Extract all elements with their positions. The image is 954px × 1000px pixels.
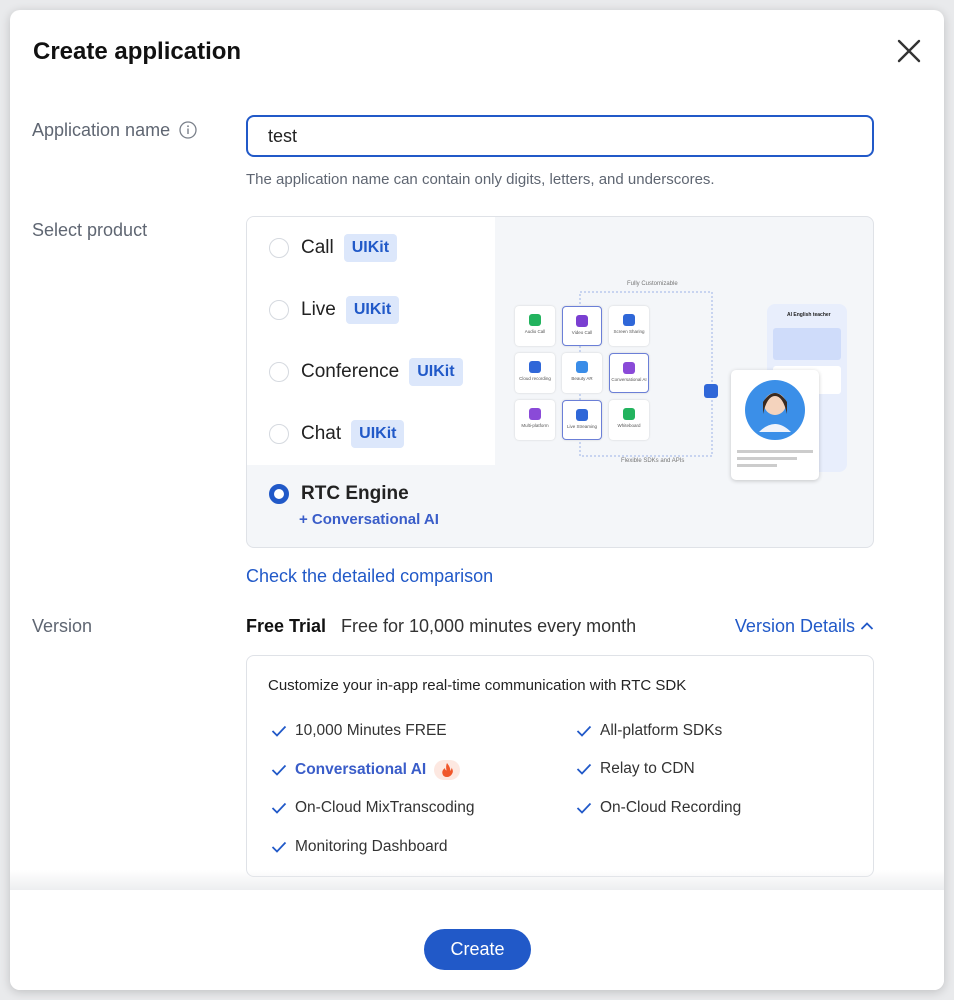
check-icon: [271, 725, 287, 737]
app-name-label: Application name: [32, 120, 197, 141]
feature-item: All-platform SDKs: [576, 722, 722, 740]
version-description: Free for 10,000 minutes every month: [341, 616, 637, 636]
features-heading: Customize your in-app real-time communic…: [268, 677, 687, 694]
product-option-rtc-engine[interactable]: RTC Engine: [269, 479, 419, 509]
tile-beauty-ar: Beauty AR: [562, 353, 602, 393]
app-name-input[interactable]: [246, 115, 874, 157]
tile-conversational-ai: Conversational AI: [609, 353, 649, 393]
create-button[interactable]: Create: [424, 929, 531, 970]
feature-item: Relay to CDN: [576, 760, 695, 778]
footer-divider: [10, 870, 944, 890]
version-details-link[interactable]: Version Details: [735, 616, 874, 637]
uikit-tag: UIKit: [343, 234, 398, 262]
uikit-tag: UIKit: [345, 296, 400, 324]
app-name-hint: The application name can contain only di…: [246, 171, 715, 188]
version-features: Customize your in-app real-time communic…: [246, 655, 874, 877]
check-icon: [576, 802, 592, 814]
uikit-tag: UIKit: [409, 358, 463, 386]
fire-icon: [434, 760, 461, 780]
check-icon: [271, 841, 287, 853]
rtc-illustration: Fully Customizable Audio Call Video Call…: [512, 272, 852, 480]
radio-live[interactable]: [269, 300, 289, 320]
radio-conference[interactable]: [269, 362, 289, 382]
close-icon[interactable]: [894, 36, 924, 66]
uikit-tag: UIKit: [351, 420, 405, 448]
tile-whiteboard: Whiteboard: [609, 400, 649, 440]
check-icon: [271, 764, 287, 776]
feature-item: On-Cloud MixTranscoding: [271, 799, 474, 817]
feature-item: Conversational AI: [271, 760, 461, 780]
select-product-label: Select product: [32, 220, 148, 240]
feature-item: Monitoring Dashboard: [271, 838, 448, 856]
product-option-chat[interactable]: Chat UIKit: [269, 419, 405, 449]
radio-rtc-engine[interactable]: [269, 484, 289, 504]
product-selector: Call UIKit Live UIKit Conference UIKit C…: [246, 216, 874, 548]
check-icon: [576, 725, 592, 737]
version-label: Version: [32, 616, 93, 636]
info-icon[interactable]: [179, 121, 197, 139]
tile-multi-platform: Multi-platform: [515, 400, 555, 440]
create-application-dialog: Create application Application name The …: [10, 10, 944, 990]
conversational-ai-sub: + Conversational AI: [299, 511, 439, 528]
product-option-conference[interactable]: Conference UIKit: [269, 357, 463, 387]
version-name: Free Trial: [246, 616, 327, 636]
tile-cloud-recording: Cloud recording: [515, 353, 555, 393]
forward-arrow-icon: [704, 384, 718, 398]
feature-item: On-Cloud Recording: [576, 799, 741, 817]
radio-call[interactable]: [269, 238, 289, 258]
feature-item: 10,000 Minutes FREE: [271, 722, 447, 740]
tile-video-call: Video Call: [562, 306, 602, 346]
tile-screen-sharing: Screen Sharing: [609, 306, 649, 346]
chevron-up-icon: [860, 622, 874, 630]
illustration-footer: Flexible SDKs and APIs: [621, 458, 685, 464]
tile-audio-call: Audio Call: [515, 306, 555, 346]
check-icon: [271, 802, 287, 814]
ai-avatar-card: [731, 370, 819, 480]
detailed-comparison-link[interactable]: Check the detailed comparison: [246, 566, 493, 587]
check-icon: [576, 763, 592, 775]
product-option-live[interactable]: Live UIKit: [269, 295, 400, 325]
avatar-icon: [737, 380, 813, 467]
product-list: Call UIKit Live UIKit Conference UIKit C…: [247, 217, 495, 465]
product-option-call[interactable]: Call UIKit: [269, 233, 398, 263]
dialog-title: Create application: [33, 38, 242, 65]
tile-live-streaming: Live Streaming: [562, 400, 602, 440]
radio-chat[interactable]: [269, 424, 289, 444]
